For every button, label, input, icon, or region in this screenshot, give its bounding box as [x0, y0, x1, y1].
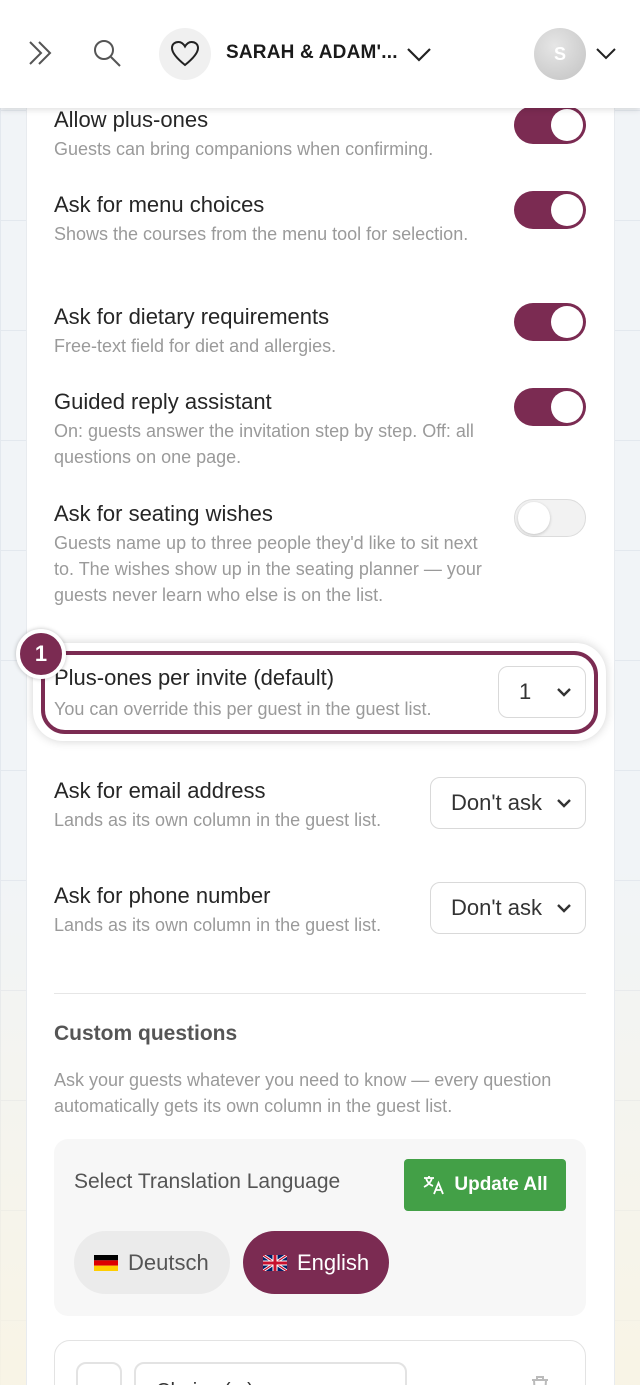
setting-plus-ones-per-invite: Plus-ones per invite (default) You can o…	[54, 664, 484, 722]
setting-description: Lands as its own column in the guest lis…	[54, 915, 382, 935]
translation-label: Select Translation Language	[74, 1170, 341, 1193]
chevron-down-icon	[557, 688, 571, 697]
setting-dietary-requirements: Ask for dietary requirements Free-text f…	[54, 303, 494, 359]
toggle-dietary-requirements[interactable]	[514, 303, 586, 341]
language-label: Deutsch	[128, 1249, 209, 1275]
event-name[interactable]: SARAH & ADAM'...	[226, 42, 398, 64]
custom-questions-description: Ask your guests whatever you need to kno…	[54, 1070, 552, 1116]
top-bar: SARAH & ADAM'... S	[0, 0, 640, 108]
language-chip-english[interactable]: English	[243, 1231, 389, 1294]
setting-title: Ask for email address	[54, 778, 266, 803]
select-value: Don't ask	[451, 790, 543, 815]
setting-description: You can override this per guest in the g…	[54, 699, 432, 719]
setting-title: Ask for seating wishes	[54, 501, 273, 526]
chevron-down-icon[interactable]	[594, 42, 618, 64]
setting-title: Guided reply assistant	[54, 389, 272, 414]
step-badge: 1	[16, 629, 66, 679]
setting-menu-choices: Ask for menu choices Shows the courses f…	[54, 191, 474, 247]
update-all-button[interactable]: Update All	[404, 1159, 566, 1211]
phone-select[interactable]: Don't ask	[430, 882, 586, 934]
language-label: English	[297, 1249, 370, 1275]
chevron-down-icon[interactable]	[404, 40, 434, 68]
setting-guided-reply: Guided reply assistant On: guests answer…	[54, 388, 494, 470]
setting-description: Guests can bring companions when confirm…	[54, 139, 434, 159]
avatar[interactable]: S	[534, 28, 586, 80]
expand-sidebar-icon[interactable]	[26, 38, 56, 68]
chevron-down-icon	[557, 799, 571, 808]
event-heart-button[interactable]	[159, 28, 211, 80]
setting-description: Free-text field for diet and allergies.	[54, 336, 337, 356]
setting-description: Shows the courses from the menu tool for…	[54, 224, 469, 244]
plus-ones-select[interactable]: 1	[498, 666, 586, 718]
select-value: 1	[519, 679, 532, 704]
setting-title: Ask for menu choices	[54, 192, 265, 217]
drag-handle[interactable]	[76, 1362, 122, 1385]
search-icon[interactable]	[92, 38, 122, 68]
chevron-down-icon	[557, 904, 571, 913]
toggle-seating-wishes[interactable]	[514, 499, 586, 537]
setting-title: Plus-ones per invite (default)	[54, 665, 335, 690]
trash-icon[interactable]	[528, 1374, 552, 1385]
uk-flag-icon	[263, 1254, 287, 1271]
setting-allow-plus-ones: Allow plus-ones Guests can bring compani…	[54, 106, 494, 162]
select-value: Don't ask	[451, 895, 543, 920]
setting-phone: Ask for phone number Lands as its own co…	[54, 882, 404, 938]
custom-questions-title: Custom questions	[54, 1022, 238, 1045]
question-type-field[interactable]: Choice (...)	[134, 1362, 407, 1385]
setting-seating-wishes: Ask for seating wishes Guests name up to…	[54, 500, 494, 608]
divider	[54, 993, 586, 994]
update-all-label: Update All	[454, 1174, 548, 1195]
setting-description: Lands as its own column in the guest lis…	[54, 810, 382, 830]
translate-icon	[423, 1176, 445, 1195]
heart-icon	[171, 41, 199, 67]
toggle-allow-plus-ones[interactable]	[514, 106, 586, 144]
email-select[interactable]: Don't ask	[430, 777, 586, 829]
toggle-guided-reply[interactable]	[514, 388, 586, 426]
setting-title: Ask for dietary requirements	[54, 304, 330, 329]
setting-description: On: guests answer the invitation step by…	[54, 421, 474, 467]
setting-title: Ask for phone number	[54, 883, 271, 908]
german-flag-icon	[94, 1254, 118, 1271]
setting-email: Ask for email address Lands as its own c…	[54, 777, 404, 833]
language-chip-deutsch[interactable]: Deutsch	[74, 1231, 230, 1294]
toggle-menu-choices[interactable]	[514, 191, 586, 229]
setting-description: Guests name up to three people they'd li…	[54, 533, 482, 605]
setting-title: Allow plus-ones	[54, 107, 209, 132]
